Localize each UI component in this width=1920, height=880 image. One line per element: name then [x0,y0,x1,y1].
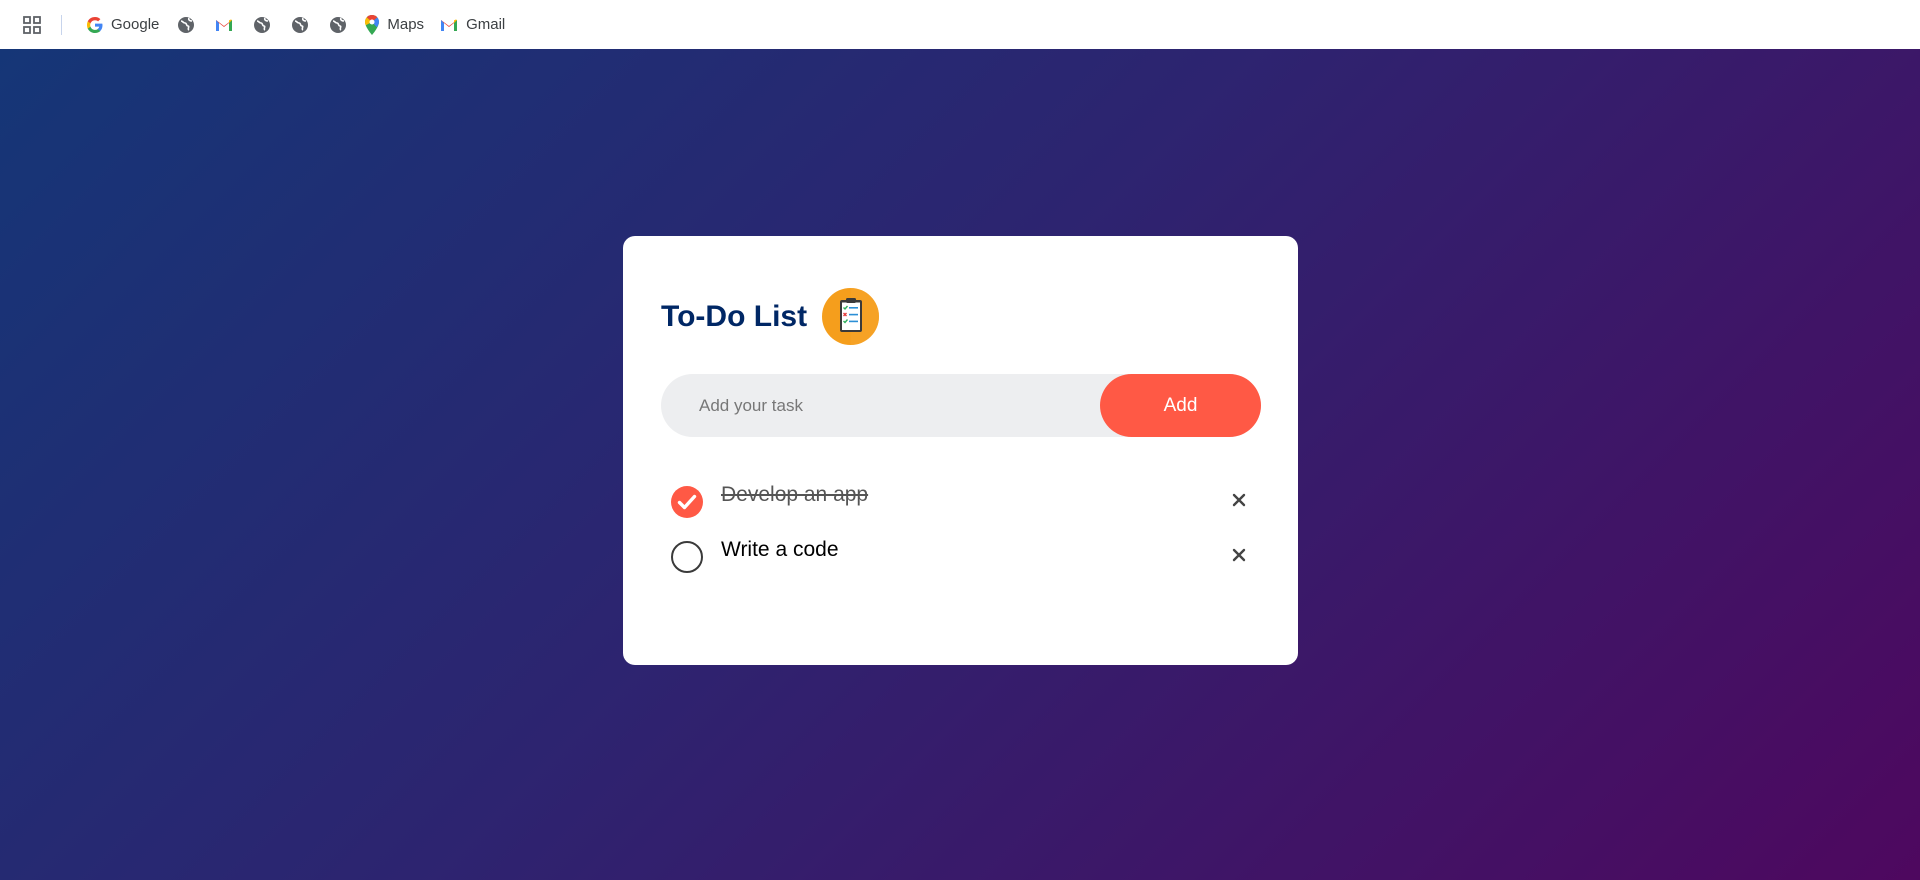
bookmarks-bar: Google Maps Gmail [0,0,1920,49]
globe-icon [292,16,309,33]
globe-icon [254,16,271,33]
bookmark-gmail-1[interactable] [205,9,243,41]
task-input[interactable] [661,374,1100,437]
globe-icon [330,16,347,33]
todo-text: Write a code [721,538,839,561]
bookmark-label: Maps [387,16,425,33]
add-task-row: Add [661,374,1261,437]
bookmark-globe-1[interactable] [167,9,205,41]
maps-pin-icon [365,14,380,35]
bookmark-label: Gmail [466,16,506,33]
close-icon[interactable] [1229,545,1249,565]
close-icon[interactable] [1229,490,1249,510]
bookmarks-separator [61,14,62,35]
apps-grid-icon[interactable] [20,13,44,37]
gmail-icon [441,19,458,31]
todo-item[interactable]: Develop an app [661,472,1261,527]
todo-item[interactable]: Write a code [661,527,1261,582]
page-title: To-Do List [661,299,808,333]
todo-list: Develop an app Write a code [661,472,1261,582]
gmail-icon [216,19,233,31]
checked-circle-icon[interactable] [671,486,703,518]
page-background: To-Do List Add your task Add Develop an … [0,49,1920,880]
bookmark-globe-4[interactable] [319,9,357,41]
bookmark-label: Google [111,16,160,33]
todo-card: To-Do List Add your task Add Develop an … [623,236,1298,665]
bookmark-google[interactable]: Google [79,9,167,41]
bookmark-maps[interactable]: Maps [357,9,432,41]
unchecked-circle-icon[interactable] [671,541,703,573]
bookmark-globe-2[interactable] [243,9,281,41]
todo-text: Develop an app [721,483,869,506]
bookmark-globe-3[interactable] [281,9,319,41]
globe-icon [178,16,195,33]
google-g-icon [87,16,103,33]
title-row: To-Do List [661,288,880,345]
clipboard-checklist-icon [822,288,880,345]
add-button[interactable]: Add [1100,374,1261,437]
bookmark-gmail-2[interactable]: Gmail [432,9,513,41]
